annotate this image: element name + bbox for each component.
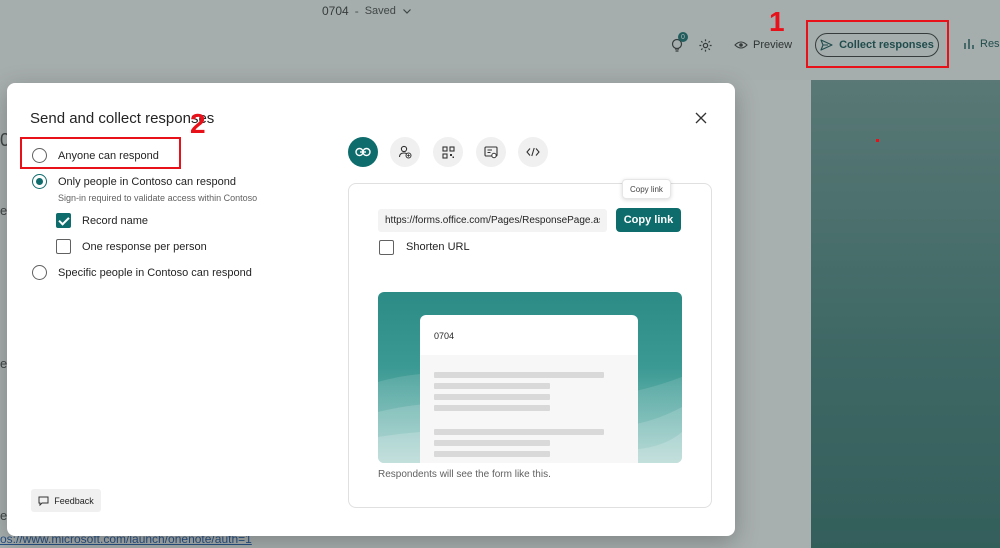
close-icon[interactable] [693,110,709,126]
tab-embed[interactable] [518,137,548,167]
option-org-label[interactable]: Only people in Contoso can respond [58,176,236,188]
preview-caption: Respondents will see the form like this. [378,469,551,480]
record-name-label[interactable]: Record name [82,215,148,227]
option-org-sublabel: Sign-in required to validate access with… [58,193,258,203]
mini-form-preview: 0704 [420,315,638,463]
annotation-number-2: 2 [190,108,206,139]
tab-copy-link[interactable] [348,137,378,167]
checkbox-shorten-url[interactable] [379,240,394,255]
feedback-icon [38,496,49,506]
placeholder-line [434,429,604,435]
checkbox-one-response[interactable] [56,239,71,254]
radio-specific-people[interactable] [32,265,47,280]
feedback-button[interactable]: Feedback [31,489,101,512]
copy-link-button[interactable]: Copy link [616,208,681,232]
feedback-label: Feedback [54,495,94,506]
placeholder-line [434,372,604,378]
option-specific-label[interactable]: Specific people in Contoso can respond [58,267,252,279]
presentation-icon [484,145,498,158]
radio-org-only[interactable] [32,174,47,189]
placeholder-line [434,440,550,446]
placeholder-line [434,394,550,400]
annotation-box-collect [806,20,949,68]
share-url-field[interactable] [378,209,607,232]
mini-form-body [420,355,638,463]
annotation-box-anyone [20,137,181,169]
checkbox-record-name[interactable] [56,213,71,228]
form-preview-card: 0704 [378,292,682,463]
code-icon [526,147,540,157]
annotation-dot [876,139,879,142]
person-add-icon [398,145,412,159]
qr-code-icon [441,145,455,159]
tab-qr-code[interactable] [433,137,463,167]
annotation-number-1: 1 [769,6,785,37]
dialog-title: Send and collect responses [30,110,215,127]
placeholder-line [434,451,550,457]
mini-form-title: 0704 [434,331,455,341]
link-icon [355,147,371,157]
placeholder-line [434,383,550,389]
tab-invite-people[interactable] [390,137,420,167]
placeholder-line [434,405,550,411]
copy-link-tooltip: Copy link [622,179,671,199]
one-response-label[interactable]: One response per person [82,241,207,253]
tab-present[interactable] [476,137,506,167]
shorten-url-label[interactable]: Shorten URL [406,241,470,253]
